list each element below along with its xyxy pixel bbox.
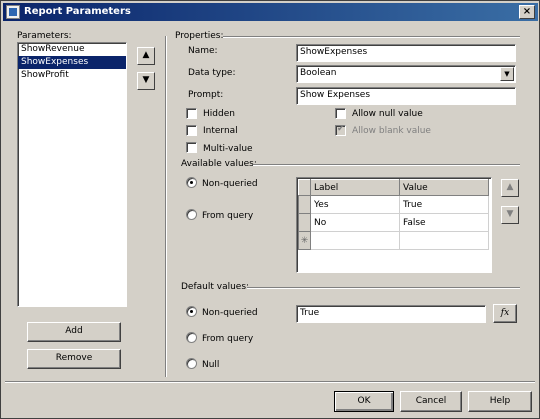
- grid-cell[interactable]: Yes: [310, 195, 400, 214]
- parameters-label: Parameters:: [17, 31, 72, 41]
- available-fromquery-radio[interactable]: [186, 209, 197, 220]
- hidden-label: Hidden: [203, 109, 235, 119]
- add-button[interactable]: Add: [27, 322, 121, 342]
- report-icon: [6, 5, 20, 19]
- available-values-label: Available values:: [181, 159, 257, 169]
- expression-button[interactable]: fx: [493, 304, 517, 323]
- grid-cell[interactable]: [310, 231, 400, 250]
- name-field[interactable]: ShowExpenses: [296, 44, 516, 62]
- name-label: Name:: [188, 46, 218, 56]
- hidden-checkbox[interactable]: [186, 108, 197, 119]
- default-nonqueried-label: Non-queried: [202, 308, 258, 318]
- default-null-radio[interactable]: [186, 358, 197, 369]
- default-value-field[interactable]: True: [296, 305, 486, 323]
- row-header[interactable]: [298, 195, 311, 214]
- prompt-label: Prompt:: [188, 90, 224, 100]
- default-fromquery-radio[interactable]: [186, 332, 197, 343]
- multivalue-label: Multi-value: [203, 144, 253, 154]
- default-nonqueried-radio[interactable]: [186, 306, 197, 317]
- cancel-button[interactable]: Cancel: [400, 391, 462, 412]
- available-nonqueried-radio[interactable]: [186, 177, 197, 188]
- datatype-value: Boolean: [300, 68, 337, 78]
- row-header[interactable]: [298, 213, 311, 232]
- new-row-icon: ✳: [298, 231, 311, 250]
- grid-cell[interactable]: [399, 231, 489, 250]
- internal-checkbox[interactable]: [186, 125, 197, 136]
- help-button[interactable]: Help: [468, 391, 532, 412]
- parameter-item[interactable]: ShowRevenue: [18, 43, 126, 56]
- properties-divider: [223, 36, 520, 38]
- default-values-label: Default values:: [181, 282, 250, 292]
- allow-null-checkbox[interactable]: [335, 108, 346, 119]
- grid-corner: [298, 179, 311, 196]
- chevron-down-icon[interactable]: ▼: [500, 67, 514, 81]
- parameters-list[interactable]: ShowRevenue ShowExpenses ShowProfit: [17, 42, 127, 307]
- datatype-label: Data type:: [188, 68, 236, 78]
- grid-move-down-button: ▼: [501, 206, 519, 224]
- arrow-down-icon: ▼: [506, 209, 514, 219]
- parameter-item[interactable]: ShowProfit: [18, 69, 126, 82]
- arrow-up-icon: ▲: [142, 50, 150, 60]
- allow-blank-checkbox: ✔: [335, 124, 346, 136]
- remove-button[interactable]: Remove: [27, 349, 121, 369]
- footer-divider: [5, 381, 535, 383]
- grid-move-up-button: ▲: [501, 179, 519, 197]
- checkmark-icon: ✔: [337, 124, 345, 134]
- grid-cell[interactable]: No: [310, 213, 400, 232]
- arrow-up-icon: ▲: [506, 182, 514, 192]
- allow-null-label: Allow null value: [352, 109, 423, 119]
- close-button[interactable]: ×: [519, 5, 535, 19]
- available-values-divider: [253, 164, 520, 166]
- ok-button[interactable]: OK: [334, 391, 394, 412]
- move-up-button[interactable]: ▲: [137, 47, 155, 65]
- parameter-item[interactable]: ShowExpenses: [18, 56, 126, 69]
- title-bar: Report Parameters ×: [3, 3, 538, 21]
- internal-label: Internal: [203, 126, 238, 136]
- column-header-value[interactable]: Value: [399, 179, 489, 196]
- prompt-field[interactable]: Show Expenses: [296, 87, 516, 105]
- default-fromquery-label: From query: [202, 334, 254, 344]
- multivalue-checkbox[interactable]: [186, 142, 197, 153]
- grid-cell[interactable]: True: [399, 195, 489, 214]
- available-values-grid[interactable]: Label Value Yes True No False ✳: [296, 177, 492, 273]
- default-null-label: Null: [202, 360, 220, 370]
- report-parameters-dialog: Report Parameters × Parameters: ShowReve…: [0, 0, 540, 419]
- properties-border: [165, 36, 167, 377]
- arrow-down-icon: ▼: [142, 75, 150, 85]
- move-down-button[interactable]: ▼: [137, 72, 155, 90]
- column-header-label[interactable]: Label: [310, 179, 400, 196]
- allow-blank-label: Allow blank value: [352, 126, 431, 136]
- properties-label: Properties:: [175, 31, 224, 41]
- function-icon: fx: [500, 308, 510, 318]
- available-nonqueried-label: Non-queried: [202, 179, 258, 189]
- default-values-divider: [247, 287, 520, 289]
- datatype-select[interactable]: Boolean ▼: [296, 65, 516, 83]
- available-fromquery-label: From query: [202, 211, 254, 221]
- grid-cell[interactable]: False: [399, 213, 489, 232]
- window-title: Report Parameters: [24, 6, 131, 17]
